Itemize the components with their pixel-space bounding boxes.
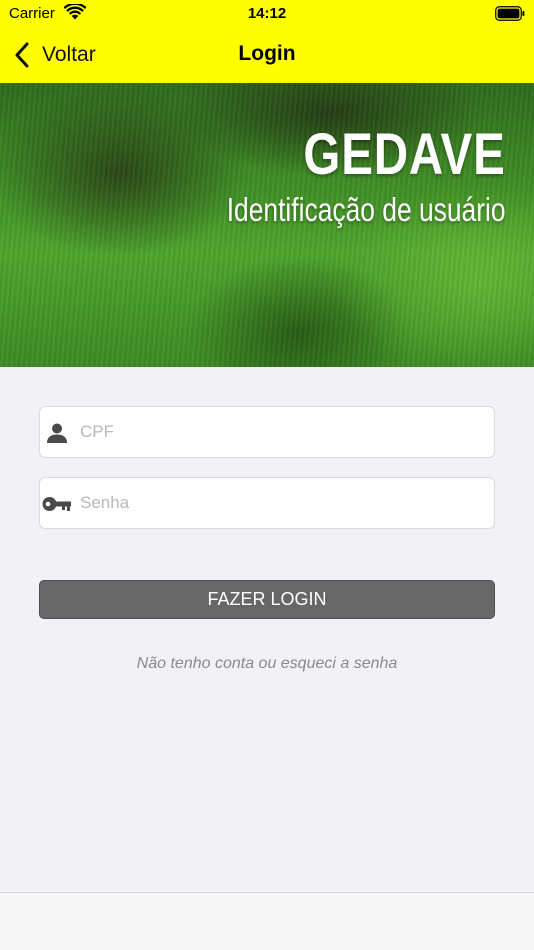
senha-field[interactable] (39, 477, 495, 529)
bottom-toolbar (0, 892, 534, 950)
cpf-field[interactable] (39, 406, 495, 458)
login-button[interactable]: FAZER LOGIN (39, 580, 495, 619)
top-bar: Carrier 14:12 Voltar Login (0, 0, 534, 83)
senha-input[interactable] (80, 478, 480, 528)
hero-banner: GEDAVE Identificação de usuário (0, 83, 534, 367)
battery-icon (495, 6, 525, 21)
login-screen: Carrier 14:12 Voltar Login GEDAVE Identi… (0, 0, 534, 950)
cpf-input[interactable] (80, 407, 480, 457)
page-title: Login (238, 42, 296, 65)
navigation-bar: Voltar Login (0, 28, 534, 83)
key-icon (42, 492, 72, 516)
status-bar: Carrier 14:12 (0, 0, 534, 28)
hero-subtitle: Identificação de usuário (227, 191, 506, 228)
user-icon (42, 421, 72, 445)
forgot-account-link[interactable]: Não tenho conta ou esqueci a senha (0, 655, 534, 673)
hero-title: GEDAVE (303, 122, 506, 187)
clock: 14:12 (247, 5, 287, 22)
